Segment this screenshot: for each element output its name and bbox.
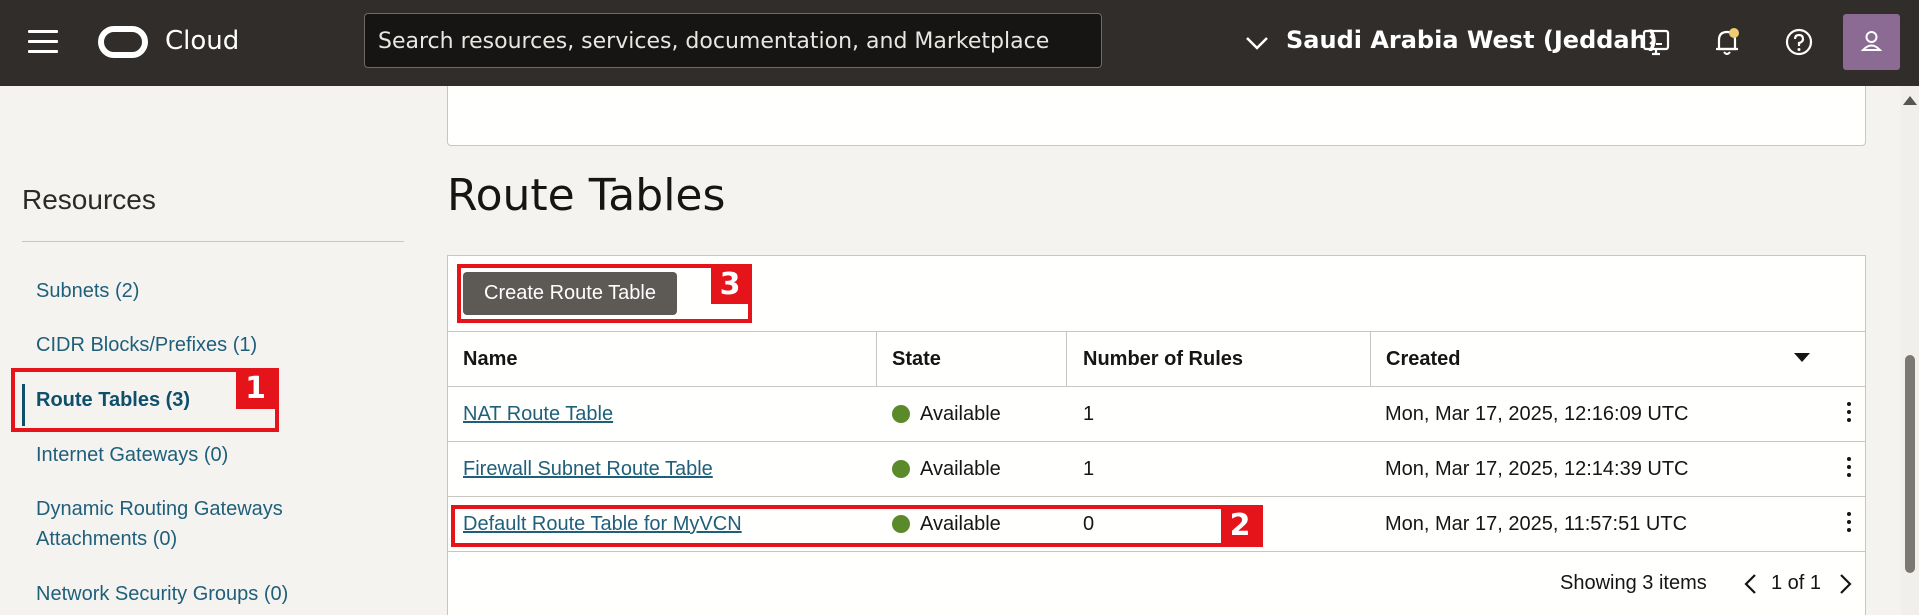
annotation-box xyxy=(457,264,752,323)
column-header-number-of-rules[interactable]: Number of Rules xyxy=(1083,332,1243,386)
sidebar-item-cidr-blocks[interactable]: CIDR Blocks/Prefixes (1) xyxy=(36,330,257,360)
annotation-number: 3 xyxy=(711,266,749,304)
sort-caret-icon[interactable] xyxy=(1794,353,1810,362)
chevron-right-icon[interactable] xyxy=(1834,571,1856,597)
state-text: Available xyxy=(920,403,1001,425)
brand-name[interactable]: Cloud xyxy=(165,26,239,56)
bell-icon[interactable] xyxy=(1707,22,1747,62)
showing-items-text: Showing 3 items xyxy=(1560,572,1707,594)
created-date: Mon, Mar 17, 2025, 12:16:09 UTC xyxy=(1385,403,1689,425)
column-header-name[interactable]: Name xyxy=(463,332,517,386)
state-text: Available xyxy=(920,458,1001,480)
sidebar-item-network-security-groups[interactable]: Network Security Groups (0) xyxy=(36,579,288,609)
top-card xyxy=(447,86,1866,146)
sidebar-item-internet-gateways[interactable]: Internet Gateways (0) xyxy=(36,440,228,470)
search-input[interactable]: Search resources, services, documentatio… xyxy=(364,13,1102,68)
avatar[interactable] xyxy=(1843,14,1900,70)
region-selector[interactable]: Saudi Arabia West (Jeddah) xyxy=(1286,26,1658,54)
table-row: NAT Route Table Available 1 Mon, Mar 17,… xyxy=(448,387,1865,442)
available-status-icon xyxy=(892,405,910,423)
oracle-logo-icon[interactable] xyxy=(98,26,148,58)
table-row: Firewall Subnet Route Table Available 1 … xyxy=(448,442,1865,497)
cloud-shell-icon[interactable] xyxy=(1636,22,1676,62)
available-status-icon xyxy=(892,460,910,478)
rules-count: 1 xyxy=(1083,458,1095,480)
column-divider xyxy=(1066,331,1067,387)
sidebar-item-drg-attachments-line2[interactable]: Attachments (0) xyxy=(36,524,177,554)
state-cell: Available xyxy=(892,387,1001,441)
column-header-state[interactable]: State xyxy=(892,332,941,386)
table-header: Name State Number of Rules Created xyxy=(448,331,1865,387)
resources-heading: Resources xyxy=(22,184,156,215)
rules-count: 1 xyxy=(1083,403,1095,425)
scroll-up-icon[interactable] xyxy=(1903,96,1917,105)
annotation-box xyxy=(451,505,1263,547)
route-table-name-link[interactable]: NAT Route Table xyxy=(463,387,613,441)
top-navigation-bar: Cloud Search resources, services, docume… xyxy=(0,0,1919,86)
chevron-left-icon[interactable] xyxy=(1740,571,1762,597)
sidebar-item-subnets[interactable]: Subnets (2) xyxy=(36,276,139,306)
user-icon xyxy=(1860,31,1883,51)
annotation-number: 2 xyxy=(1221,507,1259,545)
page-indicator: 1 of 1 xyxy=(1771,572,1822,594)
divider xyxy=(22,241,404,242)
column-divider xyxy=(1370,331,1371,387)
kebab-icon[interactable] xyxy=(1846,512,1852,536)
column-header-created[interactable]: Created xyxy=(1386,332,1460,386)
route-table-name-link[interactable]: Firewall Subnet Route Table xyxy=(463,442,713,496)
created-date: Mon, Mar 17, 2025, 12:14:39 UTC xyxy=(1385,458,1689,480)
hamburger-icon[interactable] xyxy=(28,30,58,54)
help-icon[interactable] xyxy=(1779,22,1819,62)
created-date: Mon, Mar 17, 2025, 11:57:51 UTC xyxy=(1385,513,1688,535)
kebab-icon[interactable] xyxy=(1846,402,1852,426)
chevron-down-icon[interactable] xyxy=(1242,28,1272,58)
page-title: Route Tables xyxy=(447,170,726,221)
state-cell: Available xyxy=(892,442,1001,496)
kebab-icon[interactable] xyxy=(1846,457,1852,481)
annotation-number: 1 xyxy=(236,370,275,409)
sidebar-item-drg-attachments[interactable]: Dynamic Routing Gateways xyxy=(36,494,283,524)
scrollbar-thumb[interactable] xyxy=(1905,355,1915,573)
column-divider xyxy=(876,331,877,387)
